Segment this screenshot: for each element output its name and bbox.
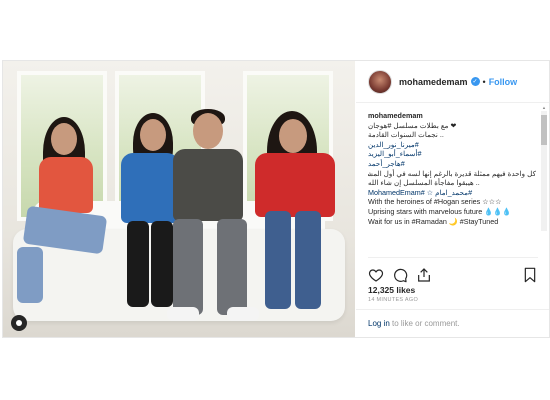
caption-line: كل واحدة فيهم ممثلة قديرة بالرغم إنها لس… <box>368 168 536 178</box>
likes-count[interactable]: 12,325 likes <box>368 285 415 295</box>
caption-line: Uprising stars with marvelous future 💧💧💧 <box>368 206 512 216</box>
caption-line: .. نجمات السنوات القادمة <box>368 130 444 140</box>
comment-icon[interactable] <box>392 267 408 283</box>
login-link[interactable]: Log in <box>368 319 390 328</box>
scroll-up-icon[interactable]: ▲ <box>541 105 547 110</box>
user-tag-icon[interactable] <box>11 315 27 331</box>
bookmark-icon[interactable] <box>522 267 538 283</box>
caption-hashtag[interactable]: #هاجر_أحمد <box>368 159 536 169</box>
follow-button[interactable]: Follow <box>489 77 518 87</box>
caption: mohamedemam ❤︎ مع بطلات مسلسل #هوجان .. … <box>368 111 536 231</box>
post-sidebar: mohamedemam ✓ • Follow mohamedemam ❤︎ مع… <box>356 61 549 337</box>
login-prompt: Log in to like or comment. <box>356 309 549 337</box>
avatar[interactable] <box>368 69 392 94</box>
share-icon[interactable] <box>416 267 432 283</box>
caption-line: .. هيبقوا مفاجأة المسلسل إن شاء الله <box>368 178 480 188</box>
separator-dot: • <box>482 76 486 87</box>
caption-line: Wait for us in #Ramadan 🌙 #StayTuned <box>368 216 499 226</box>
post-header: mohamedemam ✓ • Follow <box>356 61 549 103</box>
caption-line: ❤︎ مع بطلات مسلسل #هوجان <box>368 120 457 130</box>
caption-hashtag[interactable]: #محمد_امام ☆ #MohamedEmam <box>368 188 536 198</box>
caption-username[interactable]: mohamedemam <box>368 111 423 120</box>
caption-hashtag[interactable]: #أسماء_أبو_اليزيد <box>368 149 536 159</box>
post-timestamp: 14 MINUTES AGO <box>368 297 419 303</box>
verified-icon: ✓ <box>470 77 480 86</box>
instagram-post: mohamedemam ✓ • Follow mohamedemam ❤︎ مع… <box>2 60 550 338</box>
action-bar <box>368 257 538 286</box>
heart-icon[interactable] <box>368 267 384 283</box>
scrollbar-thumb[interactable] <box>541 115 547 145</box>
post-photo[interactable] <box>3 61 355 337</box>
caption-hashtag[interactable]: #ميرنا_نور_الدين <box>368 140 536 150</box>
caption-scrollbar[interactable]: ▲ <box>541 105 547 231</box>
header-username[interactable]: mohamedemam <box>399 77 468 87</box>
login-prompt-text: to like or comment. <box>389 319 460 328</box>
caption-line: With the heroines of #Hogan series ☆☆☆ <box>368 197 502 207</box>
